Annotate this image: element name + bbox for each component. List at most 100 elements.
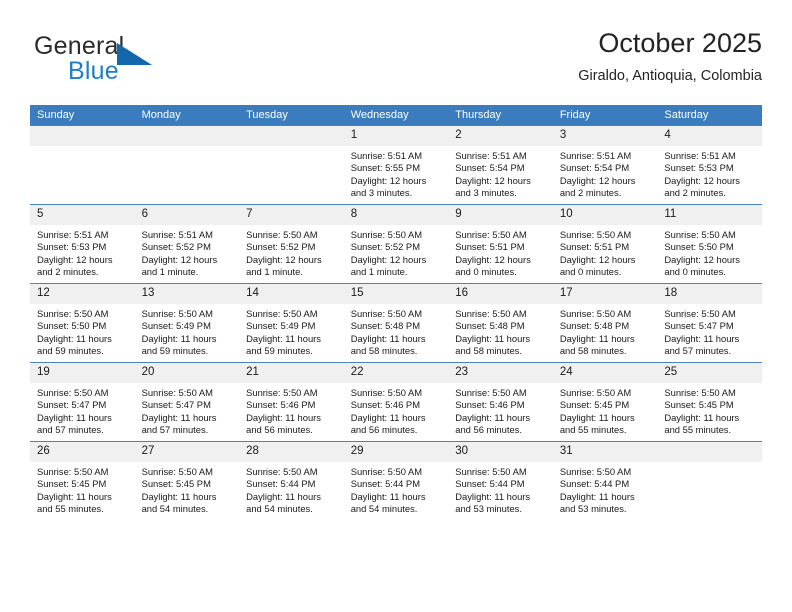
calendar-day-cell[interactable]: 27 Sunrise: 5:50 AM Sunset: 5:45 PM Dayligh… — [134, 441, 240, 520]
sunrise-text: Sunrise: 5:50 AM — [246, 229, 318, 240]
calendar-day-cell[interactable]: 17 Sunrise: 5:50 AM Sunset: 5:48 PM Dayligh… — [552, 283, 658, 363]
weekday-header-wednesday: Wednesday — [343, 105, 449, 126]
sunset-text: Sunset: 5:52 PM — [350, 241, 420, 253]
day-details: Sunrise: 5:50 AM Sunset: 5:44 PM Daylight:… — [344, 462, 449, 515]
logo-text-blue: Blue — [68, 57, 119, 85]
day-number: 28 — [239, 442, 344, 462]
daylight-text: Daylight: 11 hours and 56 minutes. — [455, 411, 531, 435]
calendar-day-cell[interactable]: 20 Sunrise: 5:50 AM Sunset: 5:47 PM Dayligh… — [134, 362, 240, 442]
sunrise-text: Sunrise: 5:50 AM — [37, 466, 109, 477]
daylight-text: Daylight: 12 hours and 3 minutes. — [455, 174, 531, 198]
day-details: Sunrise: 5:50 AM Sunset: 5:47 PM Daylight:… — [135, 383, 240, 436]
calendar-day-cell[interactable]: 8 Sunrise: 5:50 AM Sunset: 5:52 PM Daylight… — [343, 204, 449, 284]
calendar-day-cell-empty — [134, 125, 240, 205]
day-number: 26 — [30, 442, 135, 462]
sunrise-text: Sunrise: 5:50 AM — [559, 308, 632, 319]
page-subtitle: Giraldo, Antioquia, Colombia — [578, 68, 762, 84]
calendar-day-cell[interactable]: 24 Sunrise: 5:50 AM Sunset: 5:45 PM Dayligh… — [552, 362, 658, 442]
sunset-text: Sunset: 5:50 PM — [664, 241, 734, 253]
calendar-page: General Blue October 2025 Giraldo, Antio… — [0, 0, 792, 612]
day-number: 2 — [448, 126, 553, 146]
calendar-day-cell[interactable]: 21 Sunrise: 5:50 AM Sunset: 5:46 PM Dayligh… — [239, 362, 344, 442]
daylight-text: Daylight: 12 hours and 1 minute. — [350, 253, 427, 277]
day-details: Sunrise: 5:51 AM Sunset: 5:54 PM Daylight:… — [448, 146, 553, 199]
calendar-day-cell[interactable]: 2 Sunrise: 5:51 AM Sunset: 5:54 PM Daylight… — [448, 125, 553, 205]
day-details: Sunrise: 5:50 AM Sunset: 5:45 PM Daylight:… — [657, 383, 762, 436]
daylight-text: Daylight: 11 hours and 59 minutes. — [37, 332, 112, 356]
day-details: Sunrise: 5:51 AM Sunset: 5:53 PM Daylight:… — [30, 225, 135, 278]
daylight-text: Daylight: 12 hours and 0 minutes. — [559, 253, 636, 277]
calendar-day-cell[interactable]: 16 Sunrise: 5:50 AM Sunset: 5:48 PM Dayligh… — [448, 283, 553, 363]
calendar-day-cell[interactable]: 4 Sunrise: 5:51 AM Sunset: 5:53 PM Daylight… — [657, 125, 762, 205]
sunset-text: Sunset: 5:49 PM — [246, 320, 316, 332]
calendar-day-cell[interactable]: 30 Sunrise: 5:50 AM Sunset: 5:44 PM Dayligh… — [448, 441, 553, 520]
calendar-day-cell[interactable]: 13 Sunrise: 5:50 AM Sunset: 5:49 PM Dayligh… — [134, 283, 240, 363]
calendar-day-cell[interactable]: 31 Sunrise: 5:50 AM Sunset: 5:44 PM Dayligh… — [552, 441, 658, 520]
weekday-header-friday: Friday — [552, 105, 658, 126]
calendar-week-row: 5 Sunrise: 5:51 AM Sunset: 5:53 PM Daylight… — [30, 204, 762, 284]
sunset-text: Sunset: 5:53 PM — [37, 241, 107, 253]
day-number — [30, 126, 135, 146]
calendar-day-cell[interactable]: 5 Sunrise: 5:51 AM Sunset: 5:53 PM Daylight… — [30, 204, 135, 284]
weekday-header-saturday: Saturday — [657, 105, 762, 126]
day-number: 25 — [657, 363, 762, 383]
sunrise-text: Sunrise: 5:50 AM — [141, 308, 213, 319]
calendar-day-cell[interactable]: 6 Sunrise: 5:51 AM Sunset: 5:52 PM Daylight… — [134, 204, 240, 284]
calendar-day-cell[interactable]: 1 Sunrise: 5:51 AM Sunset: 5:55 PM Daylight… — [343, 125, 449, 205]
day-details: Sunrise: 5:50 AM Sunset: 5:47 PM Daylight:… — [30, 383, 135, 436]
day-details: Sunrise: 5:51 AM Sunset: 5:54 PM Daylight:… — [553, 146, 658, 199]
day-details: Sunrise: 5:50 AM Sunset: 5:51 PM Daylight:… — [553, 225, 658, 278]
calendar-week-row: 12 Sunrise: 5:50 AM Sunset: 5:50 PM Dayligh… — [30, 283, 762, 363]
calendar-week-row: 26 Sunrise: 5:50 AM Sunset: 5:45 PM Dayligh… — [30, 441, 762, 520]
sunset-text: Sunset: 5:46 PM — [455, 399, 525, 411]
calendar-day-cell[interactable]: 11 Sunrise: 5:50 AM Sunset: 5:50 PM Dayligh… — [657, 204, 762, 284]
day-number: 13 — [134, 284, 240, 304]
calendar-day-cell[interactable]: 15 Sunrise: 5:50 AM Sunset: 5:48 PM Dayligh… — [343, 283, 449, 363]
day-details: Sunrise: 5:50 AM Sunset: 5:46 PM Daylight:… — [344, 383, 449, 436]
day-details: Sunrise: 5:50 AM Sunset: 5:45 PM Daylight:… — [30, 462, 135, 515]
sunset-text: Sunset: 5:45 PM — [559, 399, 630, 411]
calendar-day-cell[interactable]: 23 Sunrise: 5:50 AM Sunset: 5:46 PM Dayligh… — [448, 362, 553, 442]
calendar-day-cell-empty — [30, 125, 135, 205]
daylight-text: Daylight: 12 hours and 1 minute. — [246, 253, 322, 277]
calendar-day-cell[interactable]: 25 Sunrise: 5:50 AM Sunset: 5:45 PM Dayligh… — [657, 362, 762, 442]
sunset-text: Sunset: 5:46 PM — [350, 399, 420, 411]
sunrise-text: Sunrise: 5:51 AM — [141, 229, 213, 240]
calendar-day-cell[interactable]: 18 Sunrise: 5:50 AM Sunset: 5:47 PM Dayligh… — [657, 283, 762, 363]
sunset-text: Sunset: 5:47 PM — [37, 399, 107, 411]
day-number: 9 — [448, 205, 553, 225]
general-blue-logo[interactable]: General Blue — [34, 32, 194, 90]
calendar-day-cell[interactable]: 9 Sunrise: 5:50 AM Sunset: 5:51 PM Daylight… — [448, 204, 553, 284]
calendar-day-cell[interactable]: 12 Sunrise: 5:50 AM Sunset: 5:50 PM Dayligh… — [30, 283, 135, 363]
daylight-text: Daylight: 11 hours and 59 minutes. — [141, 332, 217, 356]
day-number: 5 — [30, 205, 135, 225]
daylight-text: Daylight: 12 hours and 3 minutes. — [350, 174, 427, 198]
day-number: 22 — [343, 363, 449, 383]
calendar-week-row: 1 Sunrise: 5:51 AM Sunset: 5:55 PM Daylight… — [30, 125, 762, 205]
day-number: 11 — [657, 205, 762, 225]
sunrise-text: Sunrise: 5:51 AM — [455, 150, 527, 161]
sunrise-text: Sunrise: 5:50 AM — [141, 387, 213, 398]
daylight-text: Daylight: 11 hours and 55 minutes. — [37, 490, 112, 514]
day-number: 27 — [134, 442, 240, 462]
calendar-day-cell[interactable]: 7 Sunrise: 5:50 AM Sunset: 5:52 PM Daylight… — [239, 204, 344, 284]
weekday-header-thursday: Thursday — [448, 105, 553, 126]
calendar-day-cell[interactable]: 28 Sunrise: 5:50 AM Sunset: 5:44 PM Dayligh… — [239, 441, 344, 520]
calendar-day-cell[interactable]: 22 Sunrise: 5:50 AM Sunset: 5:46 PM Dayligh… — [343, 362, 449, 442]
sunset-text: Sunset: 5:51 PM — [455, 241, 525, 253]
sunrise-text: Sunrise: 5:51 AM — [559, 150, 632, 161]
daylight-text: Daylight: 11 hours and 55 minutes. — [559, 411, 635, 435]
calendar-grid: Sunday Monday Tuesday Wednesday Thursday… — [30, 105, 762, 520]
calendar-day-cell[interactable]: 10 Sunrise: 5:50 AM Sunset: 5:51 PM Dayligh… — [552, 204, 658, 284]
calendar-day-cell[interactable]: 19 Sunrise: 5:50 AM Sunset: 5:47 PM Dayligh… — [30, 362, 135, 442]
calendar-day-cell[interactable]: 14 Sunrise: 5:50 AM Sunset: 5:49 PM Dayligh… — [239, 283, 344, 363]
calendar-day-cell[interactable]: 3 Sunrise: 5:51 AM Sunset: 5:54 PM Daylight… — [552, 125, 658, 205]
sunset-text: Sunset: 5:52 PM — [246, 241, 316, 253]
calendar-day-cell[interactable]: 26 Sunrise: 5:50 AM Sunset: 5:45 PM Dayligh… — [30, 441, 135, 520]
day-number: 31 — [552, 442, 658, 462]
day-number: 18 — [657, 284, 762, 304]
calendar-day-cell[interactable]: 29 Sunrise: 5:50 AM Sunset: 5:44 PM Dayligh… — [343, 441, 449, 520]
day-details: Sunrise: 5:50 AM Sunset: 5:48 PM Daylight:… — [448, 304, 553, 357]
day-details: Sunrise: 5:50 AM Sunset: 5:52 PM Daylight:… — [239, 225, 344, 278]
sunset-text: Sunset: 5:45 PM — [37, 478, 107, 490]
